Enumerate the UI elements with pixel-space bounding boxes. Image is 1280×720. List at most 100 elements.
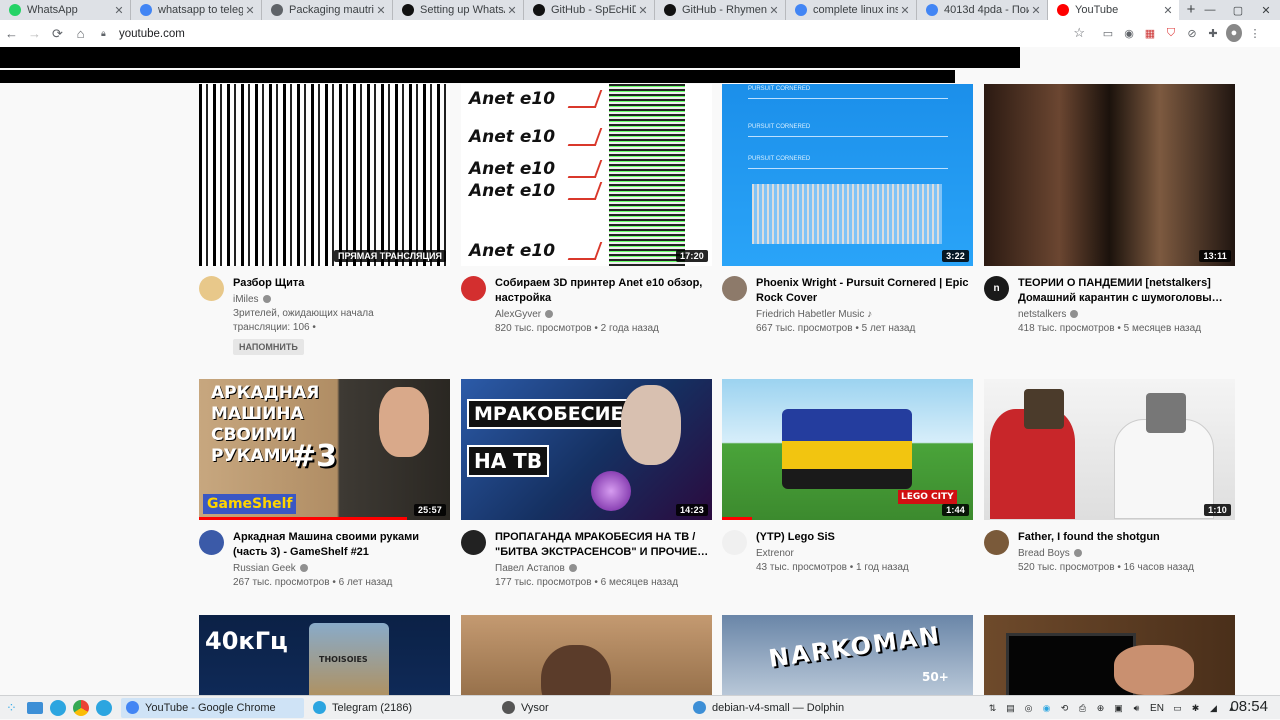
close-tab-icon[interactable]: ✕ — [636, 4, 650, 17]
notifications-icon[interactable]: ⊕ — [1093, 701, 1108, 716]
channel-name[interactable]: Extrenor — [756, 548, 794, 559]
home-icon[interactable]: ⌂ — [69, 26, 92, 41]
video-thumbnail[interactable]: МРАКОБЕСИЕ НА ТВ 14:23 — [461, 379, 712, 520]
video-thumbnail[interactable]: АРКАДНАЯ МАШИНА СВОИМИ РУКАМИ #3 GameShelf 25:… — [199, 379, 450, 520]
channel-avatar[interactable]: n — [984, 276, 1009, 301]
back-icon[interactable]: ← — [0, 26, 23, 41]
network-speed-icon[interactable]: ⇅ — [985, 701, 1000, 716]
minimize-icon[interactable]: — — [1196, 0, 1224, 20]
calendar-extension-icon[interactable]: ▦ — [1142, 24, 1158, 42]
printer-icon[interactable]: ⎙ — [1075, 701, 1090, 716]
app-launcher-icon[interactable]: ⁘ — [0, 698, 23, 718]
taskbar-window-button[interactable]: debian-v4-small — Dolphin — [688, 698, 868, 718]
video-title[interactable]: ТЕОРИИ О ПАНДЕМИИ [netstalkers] — [1018, 276, 1238, 291]
channel-avatar[interactable] — [461, 276, 486, 301]
close-tab-icon[interactable]: ✕ — [243, 4, 257, 17]
channel-name[interactable]: AlexGyver — [495, 309, 541, 320]
taskbar-window-button[interactable]: Vysor — [497, 698, 684, 718]
channel-avatar[interactable] — [199, 530, 224, 555]
clock[interactable]: 08:54 — [1230, 698, 1268, 715]
remind-button[interactable]: НАПОМНИТЬ — [233, 339, 304, 355]
video-title[interactable]: настройка — [495, 291, 715, 306]
channel-name[interactable]: Bread Boys — [1018, 548, 1070, 559]
video-thumbnail[interactable]: 13:11 — [984, 84, 1235, 266]
browser-tab[interactable]: YouTube ✕ — [1048, 0, 1179, 20]
reload-icon[interactable]: ⟳ — [46, 26, 69, 42]
video-title[interactable]: Разбор Щита — [233, 276, 453, 291]
volume-icon[interactable]: 🔊︎ — [1129, 701, 1144, 716]
chrome-launcher-icon[interactable] — [69, 698, 92, 718]
video-title[interactable]: Father, I found the shotgun — [1018, 530, 1238, 545]
video-thumbnail[interactable]: PURSUIT CORNERED PURSUIT CORNERED PURSUIT … — [722, 84, 973, 266]
telegram-launcher-icon[interactable] — [46, 698, 69, 718]
brave-shield-icon[interactable]: ⛉ — [1163, 24, 1179, 42]
lock-icon[interactable]: 🔒︎ — [101, 28, 113, 39]
video-title[interactable]: Собираем 3D принтер Anet e10 обзор, — [495, 276, 715, 291]
storage-icon[interactable]: ▭ — [1170, 701, 1185, 716]
puzzle-extensions-icon[interactable]: ✚ — [1205, 24, 1221, 42]
video-title[interactable]: Rock Cover — [756, 291, 976, 306]
dolphin-launcher-icon[interactable] — [23, 698, 46, 718]
channel-name[interactable]: iMiles — [233, 294, 259, 305]
keyboard-layout-indicator[interactable]: EN — [1147, 701, 1167, 716]
close-tab-icon[interactable]: ✕ — [112, 4, 126, 17]
browser-tab[interactable]: 4013d 4pda - Поис ✕ — [917, 0, 1048, 20]
telegram-launcher-icon[interactable] — [92, 698, 115, 718]
bookmark-star-icon[interactable]: ☆ — [1073, 25, 1085, 41]
bluetooth-icon[interactable]: ✱ — [1188, 701, 1203, 716]
close-tab-icon[interactable]: ✕ — [505, 4, 519, 17]
address-bar[interactable]: 🔒︎ youtube.com ☆ — [95, 22, 1091, 45]
thumb-progress-line — [748, 98, 948, 99]
channel-name[interactable]: Павел Астапов — [495, 563, 565, 574]
channel-avatar[interactable] — [984, 530, 1009, 555]
browser-tab[interactable]: GitHub - SpEcHiDe/✕ — [524, 0, 655, 20]
video-thumbnail[interactable]: ПРЯМАЯ ТРАНСЛЯЦИЯ — [199, 84, 450, 266]
updates-icon[interactable]: ⟲ — [1057, 701, 1072, 716]
taskbar-window-button[interactable]: Telegram (2186) — [308, 698, 493, 718]
close-tab-icon[interactable]: ✕ — [1029, 4, 1043, 17]
cast-icon[interactable]: ▭ — [1100, 24, 1116, 42]
maximize-icon[interactable]: ▢ — [1224, 0, 1252, 20]
video-title[interactable]: Домашний карантин с шумоголовы… — [1018, 291, 1238, 306]
channel-name[interactable]: netstalkers — [1018, 309, 1066, 320]
wifi-icon[interactable]: ◢ — [1206, 701, 1221, 716]
thumb-tag: 50+ — [922, 670, 949, 684]
browser-tab[interactable]: Packaging mautrix ✕ — [262, 0, 393, 20]
video-title[interactable]: ПРОПАГАНДА МРАКОБЕСИЯ НА ТВ / — [495, 530, 715, 545]
profile-avatar[interactable]: ● — [1226, 24, 1242, 42]
channel-name[interactable]: Friedrich Habetler Music ♪ — [756, 309, 872, 320]
video-title[interactable]: (YTP) Lego SiS — [756, 530, 976, 545]
taskbar-window-button[interactable]: YouTube - Google Chrome — [121, 697, 304, 718]
close-tab-icon[interactable]: ✕ — [767, 4, 781, 17]
video-thumbnail[interactable]: 1:10 — [984, 379, 1235, 520]
steam-icon[interactable]: ◎ — [1021, 701, 1036, 716]
video-title[interactable]: "БИТВА ЭКСТРАСЕНСОВ" И ПРОЧИЕ… — [495, 545, 715, 560]
glasses-extension-icon[interactable]: ◉ — [1121, 24, 1137, 42]
browser-tab[interactable]: Setting up WhatsApp✕ — [393, 0, 524, 20]
video-title[interactable]: Phoenix Wright - Pursuit Cornered | Epic — [756, 276, 976, 291]
blocker-extension-icon[interactable]: ⊘ — [1184, 24, 1200, 42]
close-tab-icon[interactable]: ✕ — [1161, 4, 1175, 17]
close-tab-icon[interactable]: ✕ — [898, 4, 912, 17]
forward-icon[interactable]: → — [23, 26, 46, 41]
browser-tab[interactable]: GitHub - Rhymen/g ✕ — [655, 0, 786, 20]
video-thumbnail[interactable]: Anet e10 Anet e10 Anet e10 Anet e10 Anet e10… — [461, 84, 712, 266]
telegram-tray-icon[interactable]: ◉ — [1039, 701, 1054, 716]
video-thumbnail[interactable]: LEGO CITY 1:44 — [722, 379, 973, 520]
channel-avatar[interactable] — [722, 530, 747, 555]
channel-name[interactable]: Russian Geek — [233, 563, 296, 574]
close-tab-icon[interactable]: ✕ — [374, 4, 388, 17]
browser-tab[interactable]: whatsapp to telegram✕ — [131, 0, 262, 20]
browser-tab[interactable]: WhatsApp ✕ — [0, 0, 131, 20]
video-title[interactable]: (часть 3) - GameShelf #21 — [233, 545, 453, 560]
tab-title: GitHub - SpEcHiDe/ — [551, 4, 636, 16]
video-title[interactable]: Аркадная Машина своими руками — [233, 530, 453, 545]
channel-avatar[interactable] — [199, 276, 224, 301]
browser-tab[interactable]: complete linux inst ✕ — [786, 0, 917, 20]
close-window-icon[interactable]: ✕ — [1252, 0, 1280, 20]
clipboard-icon[interactable]: ▤ — [1003, 701, 1018, 716]
channel-avatar[interactable] — [461, 530, 486, 555]
device-icon[interactable]: ▣ — [1111, 701, 1126, 716]
menu-kebab-icon[interactable]: ⋮ — [1247, 24, 1263, 42]
channel-avatar[interactable] — [722, 276, 747, 301]
